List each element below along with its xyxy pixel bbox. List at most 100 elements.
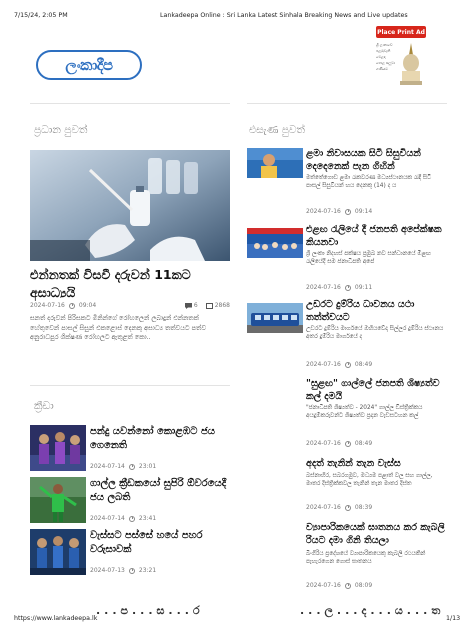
latest-news-excerpt: බස්නාහිර, සබරගමුව, මධ්‍යම පළාත් වල සහ ගා… [306,473,433,487]
clock-icon [128,515,135,522]
latest-news-date: 2024-07-16 [306,504,341,511]
latest-news-time: 09:11 [354,284,373,291]
latest-news-title[interactable]: අදත් තැනින් තැන වැස්ස [306,458,446,471]
latest-news-excerpt: උඩරට දුම්රිය මාර්ගයේ ඔහියවේදා සිල්ලර දුම… [306,326,444,340]
latest-news-meta: 2024-07-16 09:11 [306,284,372,291]
ad-text-line: පළමුවැනි වෙළඳ [376,49,391,59]
latest-news-thumbnail[interactable] [247,148,303,178]
clock-icon [344,504,351,511]
vaccine-photo [30,150,230,261]
latest-news-excerpt: බිංගිරිය ප්‍රදේශයේ ව්‍යාපාරිකයෙකු කැබලි … [306,551,426,565]
latest-news-excerpt: ශ්‍රී ලංකා නිදහස් පක්ෂය ප්‍රමුඛ නව සන්ධා… [306,251,431,265]
clock-icon [344,284,351,291]
divider [30,385,230,386]
latest-news-excerpt: "ජනාධිපති ශිෂ්‍යත්ව - 2024" ගාල්ල ඩිස්ත්… [306,405,423,419]
sports-item-time: 23:41 [138,515,157,522]
latest-news-thumbnail[interactable] [247,303,303,333]
feature-article-excerpt: සනත් දරුවන් පිරිසකට මිනින්ගේ රෝහලෙන් ලබා… [30,314,206,341]
latest-news-title[interactable]: ව්‍යාපාරිකයෙක් ඝාතනය කර කැබලි රියට දමා ග… [306,522,446,547]
print-footer-url: https://www.lankadeepa.lk [14,615,98,622]
latest-news-title[interactable]: "සුළඟ" ගාල්ලේ ජනපති ශිෂ්‍යත්ව කල් දමයි [306,378,446,403]
clock-icon [128,463,135,470]
latest-news-item[interactable]: "සුළඟ" ගාල්ලේ ජනපති ශිෂ්‍යත්ව කල් දමයි "… [247,378,447,448]
latest-news-title[interactable]: ළමා නිවාසයක සිටි සිසුවියන් දෙදෙනෙක් පැන … [306,148,446,173]
sports-item-date: 2024-07-14 [90,463,125,470]
feature-views-count: 2868 [214,302,230,309]
latest-news-excerpt: මත්තේගොඩ ළමා රැකවරණ මධ්‍යස්ථානයක රැඳී සි… [306,175,432,189]
place-print-ad-label: Place Print Ad [376,26,426,38]
ad-text: ශ්‍රී ලංකාවේ පළමුවැනි වෙළඳ පොළ සලුවා ගණි… [376,42,400,72]
print-header: 7/15/24, 2:05 PM Lankadeepa Online : Sri… [0,0,474,26]
latest-news-item[interactable]: අදත් තැනින් තැන වැස්ස බස්නාහිර, සබරගමුව,… [247,458,447,518]
clock-icon [344,208,351,215]
print-footer: https://www.lankadeepa.lk 1/13 [0,612,474,632]
latest-news-item[interactable]: උඩරට දුම්රිය ධාවනය යථා තත්ත්වයට උඩරට දුම… [247,299,447,369]
latest-news-meta: 2024-07-16 09:14 [306,208,372,215]
print-page-title: Lankadeepa Online : Sri Lanka Latest Sin… [160,12,408,19]
latest-news-date: 2024-07-16 [306,582,341,589]
sports-item-meta: 2024-07-14 23:01 [90,463,156,470]
latest-news-time: 08:49 [354,440,373,447]
print-datetime: 7/15/24, 2:05 PM [14,12,68,19]
cricket-players-image [30,425,86,471]
latest-news-thumbnail[interactable] [247,228,303,258]
clock-icon [128,567,135,574]
clock-icon [68,302,75,309]
sports-thumbnail[interactable] [30,425,86,471]
latest-news-date: 2024-07-16 [306,440,341,447]
latest-news-title[interactable]: එළඟ රැලියේ දී ජනපති අපේක්ෂක කියනවා [306,224,446,249]
sports-item-time: 23:01 [138,463,157,470]
sports-item[interactable]: වැස්සට පස්සේ හයේ පහර වරුසාවක් 2024-07-13… [30,529,230,577]
feature-article-title[interactable]: එන්නතක් විසවී දරුවන් 11කට අසාධ්‍යයි [30,266,230,302]
latest-news-item[interactable]: එළඟ රැලියේ දී ජනපති අපේක්ෂක කියනවා ශ්‍රී… [247,224,447,294]
divider [30,103,230,104]
print-ad-banner[interactable]: Place Print Ad ශ්‍රී ලංකාවේ පළමුවැනි වෙළ… [376,26,426,88]
latest-news-meta: 2024-07-16 08:49 [306,440,372,447]
latest-news-meta: 2024-07-16 08:09 [306,582,372,589]
sports-item-title[interactable]: වැස්සට පස්සේ හයේ පහර වරුසාවක් [90,529,230,556]
children-home-image [247,148,303,178]
print-footer-page: 1/13 [446,615,461,622]
feature-time: 09:04 [78,302,97,309]
feature-comments-count: 6 [193,302,198,309]
latest-news-item[interactable]: ව්‍යාපාරිකයෙක් ඝාතනය කර කැබලි රියට දමා ග… [247,522,447,594]
feature-image[interactable] [30,150,230,261]
sports-item-time: 23:21 [138,567,157,574]
sports-thumbnail[interactable] [30,529,86,575]
site-logo-text: ලංකාදීප [65,56,113,74]
feature-article-meta: 2024-07-16 09:04 6 2868 [30,302,230,309]
sports-item-date: 2024-07-14 [90,515,125,522]
clock-icon [344,582,351,589]
clock-icon [344,440,351,447]
rally-image [247,228,303,258]
latest-news-date: 2024-07-16 [306,208,341,215]
latest-news-time: 08:09 [354,582,373,589]
latest-news-time: 08:39 [354,504,373,511]
section-title-sports: ක්‍රීඩා [34,400,54,412]
latest-news-title[interactable]: උඩරට දුම්රිය ධාවනය යථා තත්ත්වයට [306,299,446,324]
latest-news-meta: 2024-07-16 08:39 [306,504,372,511]
sports-thumbnail[interactable] [30,477,86,523]
cricket-bowler-image [30,477,86,523]
shrine-image [400,43,422,85]
sports-item[interactable]: ගාල්ල ක්‍රීඩකයෝ සුපිරි ඕවරයෙදී ජය ලබති 2… [30,477,230,525]
train-image [247,303,303,333]
sports-item-title[interactable]: ගාල්ල ක්‍රීඩකයෝ සුපිරි ඕවරයෙදී ජය ලබති [90,477,230,504]
feature-date: 2024-07-16 [30,302,65,309]
section-title-main-news: ප්‍රධාන පුවත් [34,124,88,136]
sports-item-meta: 2024-07-14 23:41 [90,515,156,522]
clock-icon [344,361,351,368]
section-title-latest-news: එසැණ පුවත් [249,124,305,136]
latest-news-meta: 2024-07-16 08:49 [306,361,372,368]
sports-item-meta: 2024-07-13 23:21 [90,567,156,574]
sports-item[interactable]: පන්දු යවන්නෝ කොළඹට ජය ගෙනෙති 2024-07-14 … [30,425,230,473]
sports-item-title[interactable]: පන්දු යවන්නෝ කොළඹට ජය ගෙනෙති [90,425,230,452]
comment-icon [184,302,192,309]
site-logo[interactable]: ලංකාදීප [36,50,142,80]
ad-text-line: ගණියට [376,67,388,71]
latest-news-date: 2024-07-16 [306,284,341,291]
latest-news-time: 08:49 [354,361,373,368]
latest-news-date: 2024-07-16 [306,361,341,368]
sports-item-date: 2024-07-13 [90,567,125,574]
latest-news-item[interactable]: ළමා නිවාසයක සිටි සිසුවියන් දෙදෙනෙක් පැන … [247,148,447,218]
